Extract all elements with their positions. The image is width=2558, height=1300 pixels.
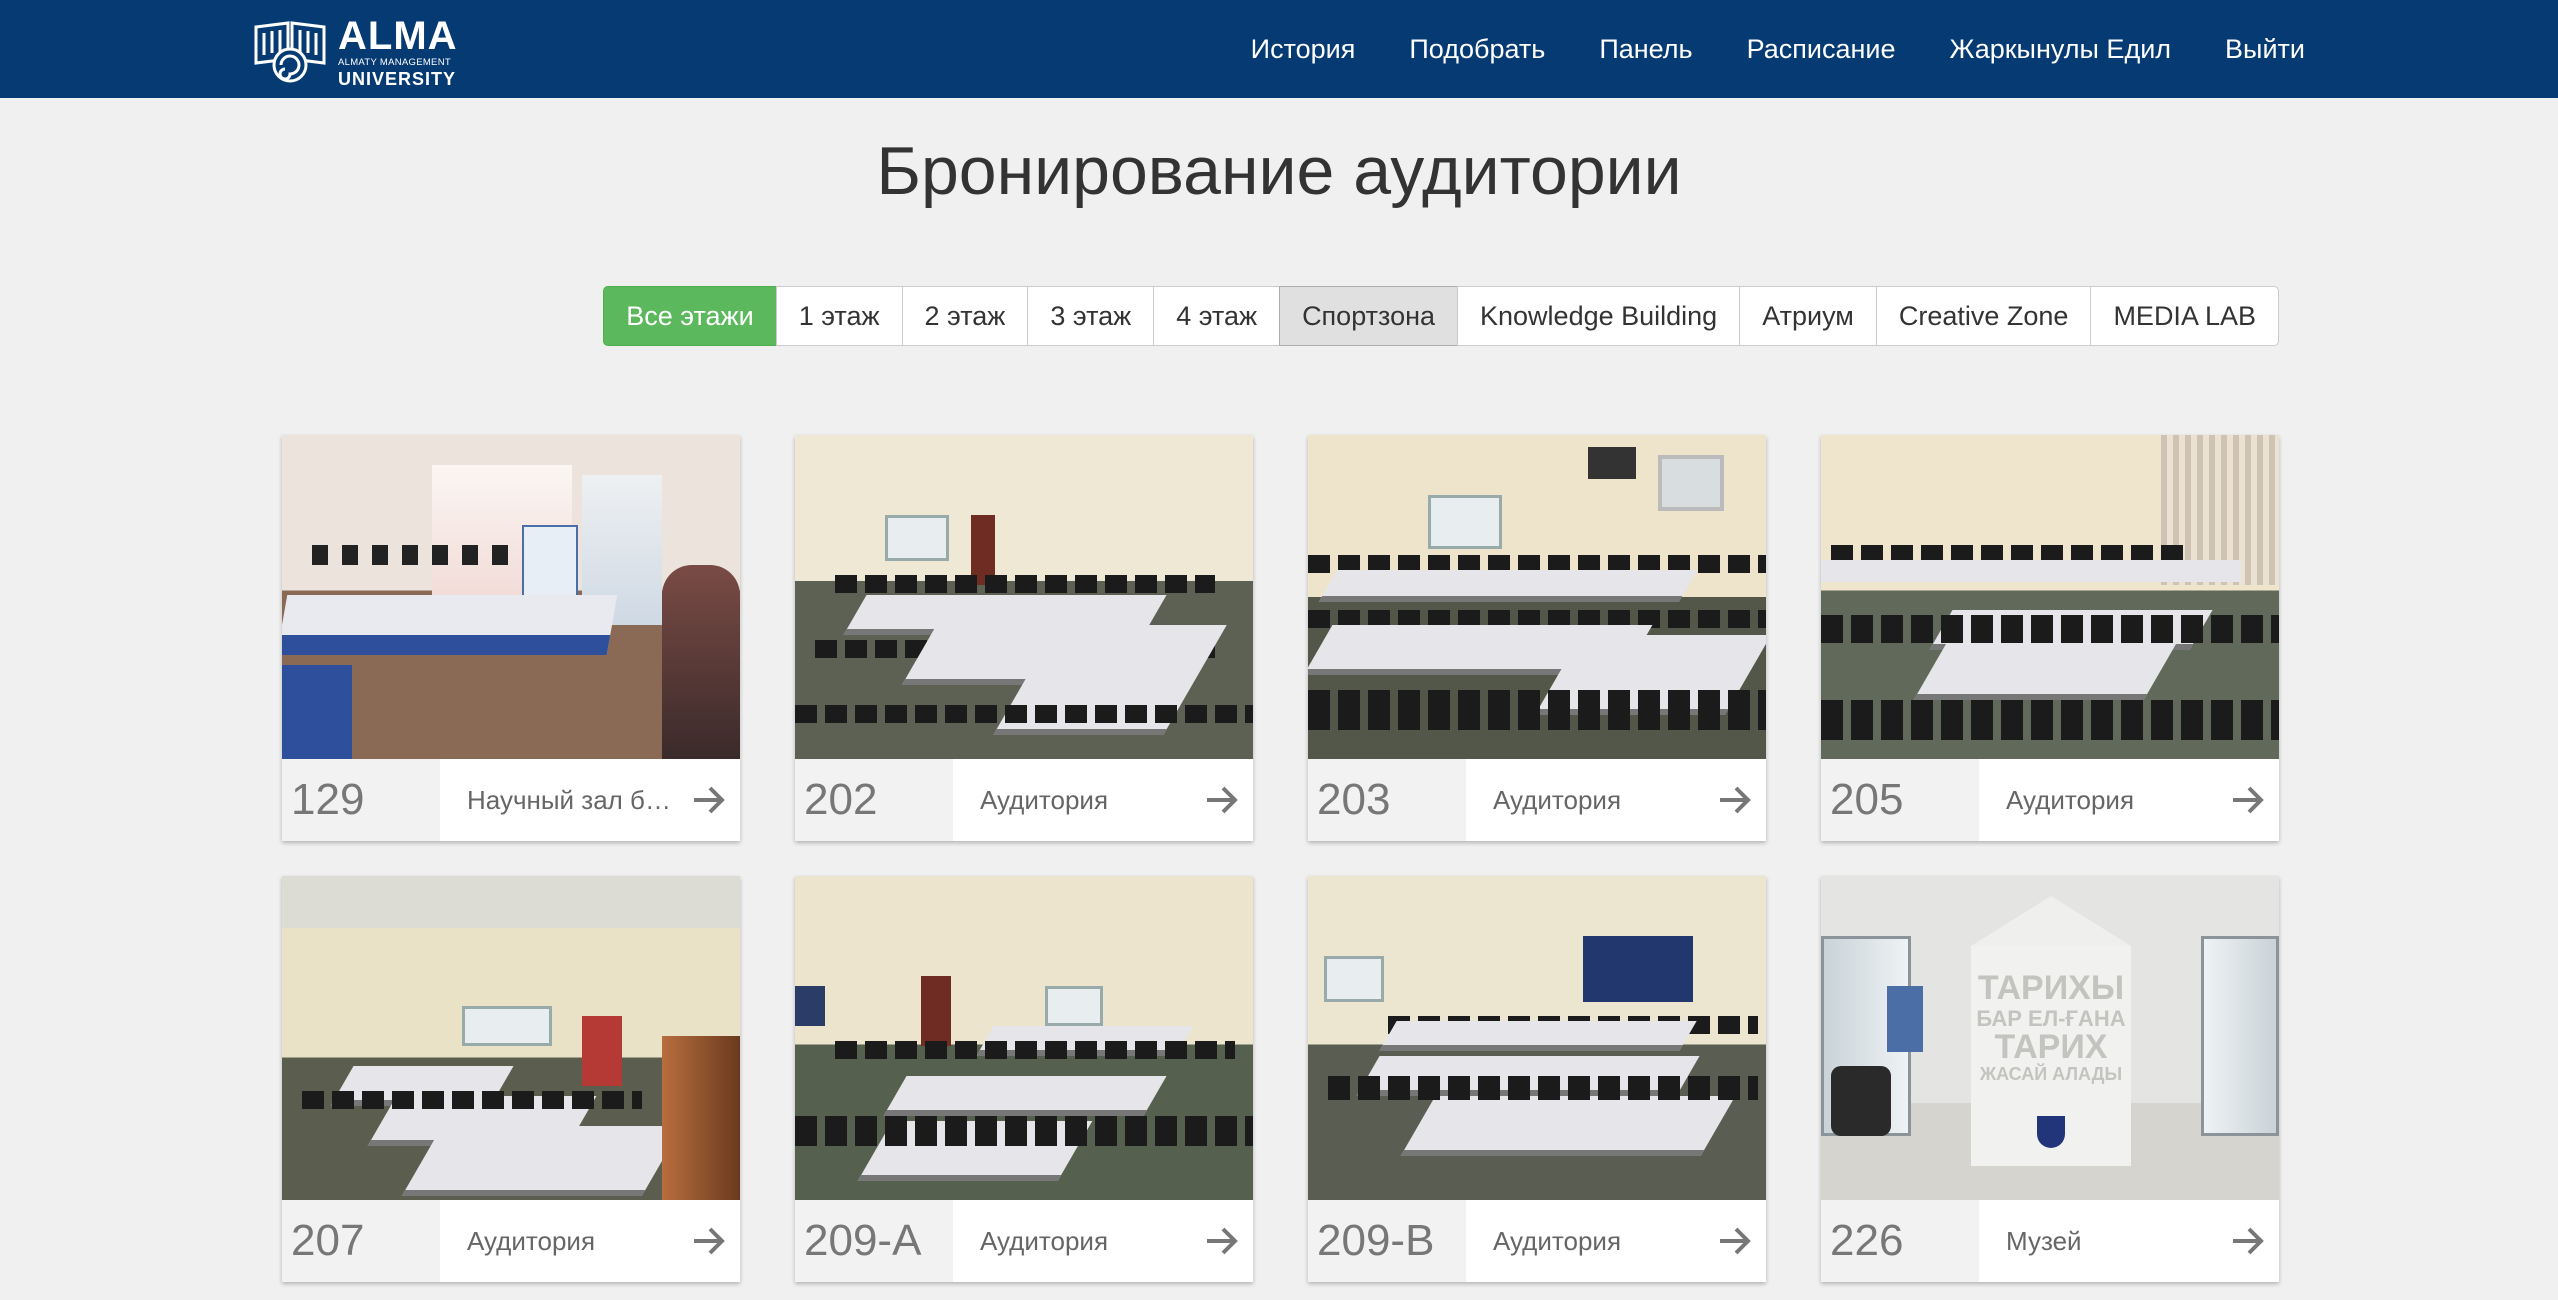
room-photo bbox=[795, 435, 1253, 759]
room-number: 129 bbox=[282, 759, 440, 841]
room-card[interactable]: 203 Аудитория bbox=[1308, 435, 1766, 841]
room-type: Аудитория bbox=[980, 1225, 1109, 1256]
room-number: 209-B bbox=[1308, 1200, 1466, 1282]
nav-user-profile[interactable]: Жаркынулы Едил bbox=[1949, 34, 2171, 65]
arrow-right-icon[interactable] bbox=[1718, 1226, 1752, 1256]
brand-name: ALMA bbox=[338, 14, 458, 58]
main-nav: История Подобрать Панель Расписание Жарк… bbox=[1251, 0, 2305, 98]
room-type: Аудитория bbox=[2006, 784, 2135, 815]
room-type: Аудитория bbox=[980, 784, 1109, 815]
nav-history[interactable]: История bbox=[1251, 34, 1356, 65]
filter-knowledge-building[interactable]: Knowledge Building bbox=[1457, 286, 1741, 346]
room-photo: ТАРИХЫ БАР ЕЛ-ҒАНА ТАРИХ ЖАСАЙ АЛАДЫ bbox=[1821, 876, 2279, 1200]
filter-floor-4[interactable]: 4 этаж bbox=[1153, 286, 1281, 346]
filter-media-lab[interactable]: MEDIA LAB bbox=[2090, 286, 2279, 346]
arrow-right-icon[interactable] bbox=[1205, 1226, 1239, 1256]
filter-atrium[interactable]: Атриум bbox=[1739, 286, 1877, 346]
arrow-right-icon[interactable] bbox=[692, 1226, 726, 1256]
room-photo bbox=[1308, 876, 1766, 1200]
room-number: 205 bbox=[1821, 759, 1979, 841]
nav-schedule[interactable]: Расписание bbox=[1747, 34, 1896, 65]
floor-filter-group: Все этажи 1 этаж 2 этаж 3 этаж 4 этаж Сп… bbox=[603, 286, 2279, 346]
room-number: 207 bbox=[282, 1200, 440, 1282]
filter-floor-2[interactable]: 2 этаж bbox=[901, 286, 1029, 346]
room-number: 202 bbox=[795, 759, 953, 841]
room-photo bbox=[282, 435, 740, 759]
arrow-right-icon[interactable] bbox=[2231, 785, 2265, 815]
room-type: Аудитория bbox=[1493, 784, 1622, 815]
arrow-right-icon[interactable] bbox=[1718, 785, 1752, 815]
page-title: Бронирование аудитории bbox=[876, 133, 1682, 209]
filter-floor-3[interactable]: 3 этаж bbox=[1027, 286, 1155, 346]
room-card[interactable]: 129 Научный зал библиотеки bbox=[282, 435, 740, 841]
room-number: 209-A bbox=[795, 1200, 953, 1282]
arrow-right-icon[interactable] bbox=[1205, 785, 1239, 815]
arrow-right-icon[interactable] bbox=[692, 785, 726, 815]
filter-floor-1[interactable]: 1 этаж bbox=[775, 286, 903, 346]
room-card[interactable]: ТАРИХЫ БАР ЕЛ-ҒАНА ТАРИХ ЖАСАЙ АЛАДЫ 226… bbox=[1821, 876, 2279, 1282]
emblem-icon bbox=[2037, 1116, 2065, 1148]
room-type: Аудитория bbox=[467, 1225, 596, 1256]
museum-sign-line3: ТАРИХ bbox=[1994, 1027, 2108, 1066]
university-logo-icon bbox=[254, 21, 326, 83]
room-card[interactable]: 209-B Аудитория bbox=[1308, 876, 1766, 1282]
filter-creative-zone[interactable]: Creative Zone bbox=[1875, 286, 2092, 346]
room-photo bbox=[282, 876, 740, 1200]
brand-logo-link[interactable]: ALMA ALMATY MANAGEMENT UNIVERSITY bbox=[252, 16, 458, 88]
filter-sport-zone[interactable]: Спортзона bbox=[1279, 286, 1459, 346]
room-number: 226 bbox=[1821, 1200, 1979, 1282]
room-type: Научный зал библиотеки bbox=[467, 784, 676, 815]
room-grid: 129 Научный зал библиотеки 202 Аудитория bbox=[282, 435, 2279, 1282]
brand-university: UNIVERSITY bbox=[338, 68, 457, 89]
room-card[interactable]: 202 Аудитория bbox=[795, 435, 1253, 841]
room-card[interactable]: 205 Аудитория bbox=[1821, 435, 2279, 841]
room-card[interactable]: 207 Аудитория bbox=[282, 876, 740, 1282]
top-navbar: ALMA ALMATY MANAGEMENT UNIVERSITY Истори… bbox=[0, 0, 2558, 98]
room-photo bbox=[1308, 435, 1766, 759]
museum-sign-line1: ТАРИХЫ bbox=[1977, 969, 2125, 1007]
museum-sign-line4: ЖАСАЙ АЛАДЫ bbox=[1979, 1064, 2123, 1085]
brand-subtitle: ALMATY MANAGEMENT bbox=[338, 57, 451, 68]
nav-logout[interactable]: Выйти bbox=[2225, 34, 2305, 65]
nav-panel[interactable]: Панель bbox=[1599, 34, 1692, 65]
nav-pick[interactable]: Подобрать bbox=[1409, 34, 1545, 65]
room-photo bbox=[1821, 435, 2279, 759]
room-photo bbox=[795, 876, 1253, 1200]
room-type: Аудитория bbox=[1493, 1225, 1622, 1256]
museum-sign-line2: БАР ЕЛ-ҒАНА bbox=[1976, 1005, 2126, 1031]
arrow-right-icon[interactable] bbox=[2231, 1226, 2265, 1256]
room-type: Музей bbox=[2006, 1225, 2082, 1256]
room-number: 203 bbox=[1308, 759, 1466, 841]
filter-all-floors[interactable]: Все этажи bbox=[603, 286, 777, 346]
room-card[interactable]: 209-A Аудитория bbox=[795, 876, 1253, 1282]
